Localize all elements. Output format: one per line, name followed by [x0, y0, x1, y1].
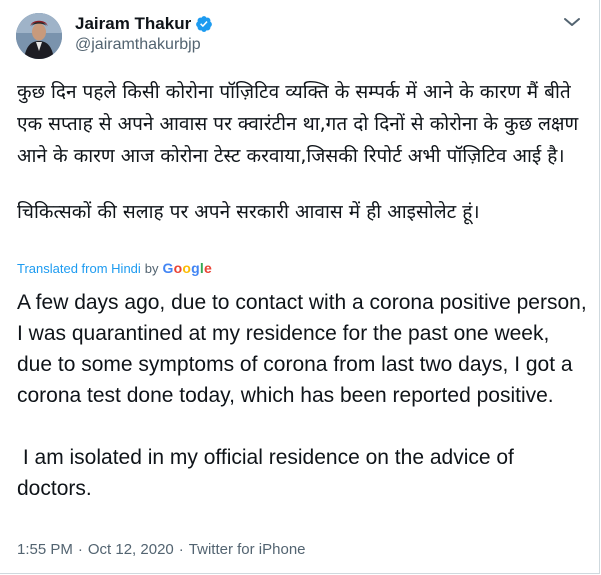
tweet-text-translation: A few days ago, due to contact with a co… [17, 287, 589, 504]
chevron-down-icon [559, 17, 585, 36]
english-paragraph-1: A few days ago, due to contact with a co… [17, 291, 587, 407]
translation-by: by [144, 260, 159, 276]
hindi-paragraph-2: चिकित्सकों की सलाह पर अपने सरकारी आवास म… [17, 201, 480, 223]
author-name[interactable]: Jairam Thakur [75, 13, 191, 35]
meta-separator: · [77, 541, 83, 558]
translation-label: Translated from Hindi [17, 260, 141, 276]
tweet-source[interactable]: Twitter for iPhone [189, 541, 306, 558]
author-name-row: Jairam Thakur [75, 13, 213, 35]
translation-attribution[interactable]: Translated from Hindi by Google [17, 260, 212, 276]
tweet-card: Jairam Thakur @jairamthakurbjp कुछ दिन प… [0, 0, 600, 574]
tweet-text-original: कुछ दिन पहले किसी कोरोना पॉज़िटिव व्यक्त… [17, 76, 591, 228]
more-options-button[interactable] [559, 12, 585, 32]
english-paragraph-2: I am isolated in my official residence o… [17, 446, 520, 500]
tweet-meta: 1:55 PM · Oct 12, 2020 · Twitter for iPh… [17, 541, 306, 558]
google-logo: Google [162, 260, 213, 276]
meta-separator: · [178, 541, 184, 558]
tweet-date[interactable]: Oct 12, 2020 [88, 541, 174, 558]
avatar[interactable] [16, 13, 62, 59]
tweet-time[interactable]: 1:55 PM [17, 541, 73, 558]
verified-badge-icon [195, 15, 213, 33]
hindi-paragraph-1: कुछ दिन पहले किसी कोरोना पॉज़िटिव व्यक्त… [17, 81, 579, 167]
author-handle[interactable]: @jairamthakurbjp [75, 35, 201, 55]
